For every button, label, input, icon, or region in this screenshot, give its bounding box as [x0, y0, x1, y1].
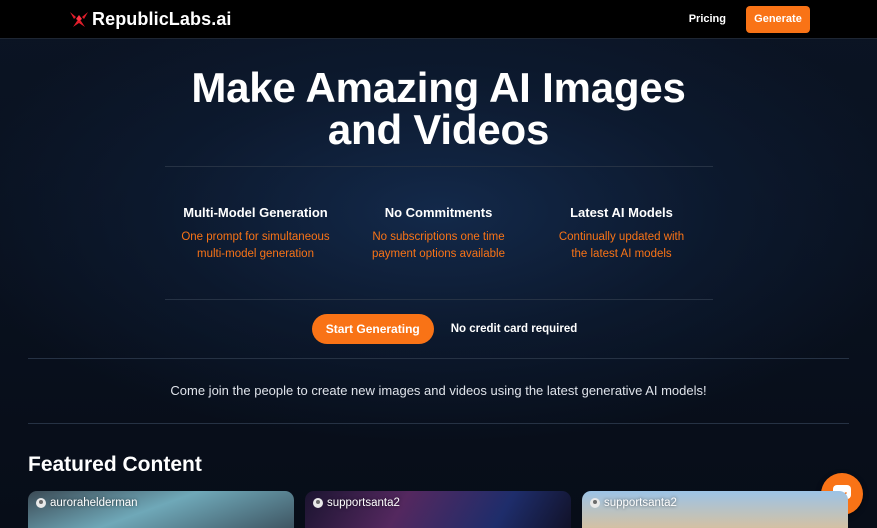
nav-generate-button[interactable]: Generate: [746, 5, 810, 33]
feature-title: Latest AI Models: [570, 205, 673, 220]
brand-name: RepublicLabs.ai: [92, 8, 232, 29]
card-username: supportsanta2: [327, 497, 400, 509]
card-user[interactable]: supportsanta2: [590, 497, 677, 509]
start-generating-button[interactable]: Start Generating: [311, 314, 434, 344]
hero-title-line-2: and Videos: [327, 106, 550, 153]
cta-row: Start Generating No credit card required: [0, 300, 877, 358]
republiclabs-logo-icon: [70, 12, 88, 27]
join-text: Come join the people to create new image…: [170, 383, 707, 398]
feature-description: No subscriptions one time payment option…: [372, 231, 505, 260]
top-nav: RepublicLabs.ai Pricing Generate: [0, 0, 877, 39]
hero-title: Make Amazing AI Images and Videos: [0, 67, 877, 151]
featured-card[interactable]: aurorahelderman: [28, 491, 294, 528]
card-user[interactable]: aurorahelderman: [36, 497, 138, 509]
featured-card[interactable]: supportsanta2: [305, 491, 571, 528]
user-avatar-icon: [590, 498, 600, 508]
feature-description: One prompt for simultaneous multi-model …: [181, 231, 330, 260]
card-username: supportsanta2: [604, 497, 677, 509]
feature-description: Continually updated with the latest AI m…: [558, 231, 685, 260]
nav-pricing-link[interactable]: Pricing: [689, 13, 726, 25]
hero-title-line-1: Make Amazing AI Images: [191, 64, 686, 111]
featured-card[interactable]: supportsanta2: [582, 491, 848, 528]
page: RepublicLabs.ai Pricing Generate Make Am…: [0, 0, 877, 528]
card-username: aurorahelderman: [50, 497, 138, 509]
feature-title: Multi-Model Generation: [183, 205, 328, 220]
feature-latest-models: Latest AI Models Continually updated wit…: [531, 205, 713, 262]
feature-multi-model: Multi-Model Generation One prompt for si…: [165, 205, 347, 262]
no-credit-card-note: No credit card required: [450, 323, 578, 335]
feature-title: No Commitments: [384, 205, 493, 220]
feature-no-commitments: No Commitments No subscriptions one time…: [348, 205, 530, 262]
featured-cards: aurorahelderman supportsanta2 supportsan…: [0, 491, 877, 528]
user-avatar-icon: [313, 498, 323, 508]
brand-link[interactable]: RepublicLabs.ai: [69, 9, 232, 30]
featured-content-title: Featured Content: [28, 453, 202, 476]
hero: Make Amazing AI Images and Videos: [0, 39, 877, 151]
card-user[interactable]: supportsanta2: [313, 497, 400, 509]
user-avatar-icon: [36, 498, 46, 508]
features-row: Multi-Model Generation One prompt for si…: [165, 167, 713, 299]
